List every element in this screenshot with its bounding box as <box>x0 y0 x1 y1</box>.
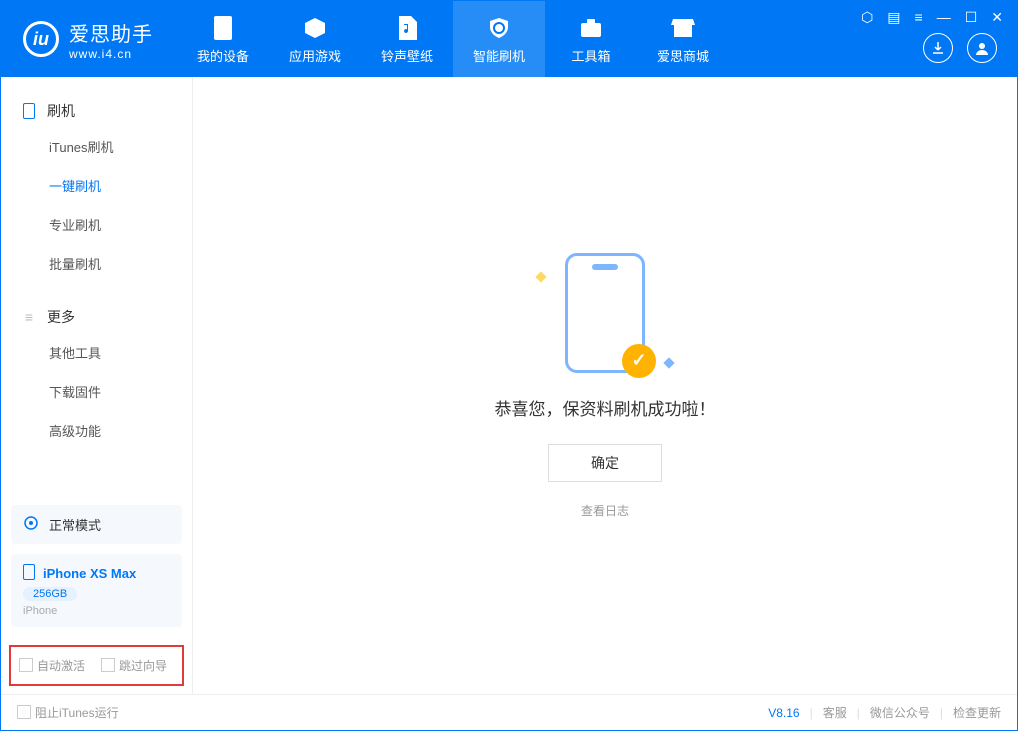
sidebar-item-pro-flash[interactable]: 专业刷机 <box>1 205 192 244</box>
checkbox-label: 自动激活 <box>37 659 85 673</box>
skip-guide-checkbox[interactable]: 跳过向导 <box>101 657 167 674</box>
block-itunes-checkbox[interactable]: 阻止iTunes运行 <box>17 704 119 721</box>
toolbox-icon <box>577 14 605 42</box>
auto-activate-checkbox[interactable]: 自动激活 <box>19 657 85 674</box>
sidebar-title-label: 更多 <box>47 307 75 327</box>
storage-badge: 256GB <box>23 587 77 601</box>
user-button[interactable] <box>967 33 997 63</box>
app-name: 爱思助手 <box>69 18 153 47</box>
nav-label: 应用游戏 <box>289 46 341 65</box>
sidebar: 刷机 iTunes刷机 一键刷机 专业刷机 批量刷机 ≡ 更多 其他工具 下载固… <box>1 77 193 694</box>
download-button[interactable] <box>923 33 953 63</box>
footer-link-support[interactable]: 客服 <box>823 704 847 721</box>
highlight-options: 自动激活 跳过向导 <box>9 645 184 686</box>
header-right-buttons <box>923 33 997 63</box>
sidebar-title-flash: 刷机 <box>1 95 192 127</box>
view-log-link[interactable]: 查看日志 <box>581 502 629 519</box>
nav-toolbox[interactable]: 工具箱 <box>545 1 637 77</box>
device-name: iPhone XS Max <box>43 566 136 581</box>
ok-button[interactable]: 确定 <box>548 444 662 482</box>
app-window: iu 爱思助手 www.i4.cn 我的设备 应用游戏 铃声壁纸 智能刷机 <box>0 0 1018 731</box>
shop-icon <box>669 14 697 42</box>
footer-link-update[interactable]: 检查更新 <box>953 704 1001 721</box>
mode-label: 正常模式 <box>49 515 101 534</box>
sidebar-group-flash: 刷机 iTunes刷机 一键刷机 专业刷机 批量刷机 <box>1 77 192 283</box>
success-illustration: ✓ <box>565 253 645 395</box>
mode-icon <box>23 515 39 534</box>
footer-link-wechat[interactable]: 微信公众号 <box>870 704 930 721</box>
sidebar-title-more: ≡ 更多 <box>1 301 192 333</box>
main-content: ✓ 恭喜您，保资料刷机成功啦！ 确定 查看日志 <box>193 77 1017 694</box>
sidebar-item-other-tools[interactable]: 其他工具 <box>1 333 192 372</box>
shirt-icon[interactable]: ⬡ <box>861 9 873 26</box>
nav-label: 智能刷机 <box>473 46 525 65</box>
checkbox-icon <box>17 705 31 719</box>
nav-label: 工具箱 <box>571 46 610 65</box>
music-file-icon <box>393 14 421 42</box>
close-icon[interactable]: ✕ <box>991 9 1003 26</box>
nav-my-device[interactable]: 我的设备 <box>177 1 269 77</box>
device-icon <box>23 564 35 583</box>
menu-icon[interactable]: ≡ <box>915 9 923 26</box>
device-type: iPhone <box>23 605 170 617</box>
sidebar-title-label: 刷机 <box>47 101 75 121</box>
nav-label: 铃声壁纸 <box>381 46 433 65</box>
minimize-icon[interactable]: — <box>937 9 951 26</box>
maximize-icon[interactable]: ☐ <box>965 9 978 26</box>
nav-label: 爱思商城 <box>657 46 709 65</box>
list-icon: ≡ <box>21 309 37 325</box>
sparkle-icon <box>663 357 674 368</box>
sidebar-item-advanced[interactable]: 高级功能 <box>1 411 192 450</box>
cube-icon <box>301 14 329 42</box>
checkbox-label: 跳过向导 <box>119 659 167 673</box>
nav-apps-games[interactable]: 应用游戏 <box>269 1 361 77</box>
app-url: www.i4.cn <box>69 47 153 61</box>
body: 刷机 iTunes刷机 一键刷机 专业刷机 批量刷机 ≡ 更多 其他工具 下载固… <box>1 77 1017 694</box>
footer-right: V8.16 | 客服 | 微信公众号 | 检查更新 <box>768 704 1001 721</box>
footer: 阻止iTunes运行 V8.16 | 客服 | 微信公众号 | 检查更新 <box>1 694 1017 730</box>
nav-label: 我的设备 <box>197 46 249 65</box>
phone-icon <box>21 103 37 119</box>
sparkle-icon <box>535 271 546 282</box>
list-icon[interactable]: ▤ <box>887 9 900 26</box>
nav-store[interactable]: 爱思商城 <box>637 1 729 77</box>
window-controls: ⬡ ▤ ≡ — ☐ ✕ <box>861 9 1003 26</box>
device-icon <box>209 14 237 42</box>
sidebar-item-itunes-flash[interactable]: iTunes刷机 <box>1 127 192 166</box>
mode-card[interactable]: 正常模式 <box>11 505 182 544</box>
phone-illustration-icon: ✓ <box>565 253 645 373</box>
refresh-shield-icon <box>485 14 513 42</box>
sidebar-device-area: 正常模式 iPhone XS Max 256GB iPhone <box>1 505 192 637</box>
titlebar: iu 爱思助手 www.i4.cn 我的设备 应用游戏 铃声壁纸 智能刷机 <box>1 1 1017 77</box>
logo-icon: iu <box>23 21 59 57</box>
nav-ringtones[interactable]: 铃声壁纸 <box>361 1 453 77</box>
checkbox-label: 阻止iTunes运行 <box>35 706 119 720</box>
logo: iu 爱思助手 www.i4.cn <box>1 18 153 61</box>
sidebar-group-more: ≡ 更多 其他工具 下载固件 高级功能 <box>1 283 192 450</box>
version-label: V8.16 <box>768 706 799 720</box>
sidebar-item-oneclick-flash[interactable]: 一键刷机 <box>1 166 192 205</box>
check-circle-icon: ✓ <box>622 344 656 378</box>
checkbox-icon <box>19 658 33 672</box>
sidebar-item-batch-flash[interactable]: 批量刷机 <box>1 244 192 283</box>
checkbox-icon <box>101 658 115 672</box>
device-card[interactable]: iPhone XS Max 256GB iPhone <box>11 554 182 627</box>
top-nav: 我的设备 应用游戏 铃声壁纸 智能刷机 工具箱 爱思商城 <box>177 1 729 77</box>
nav-smart-flash[interactable]: 智能刷机 <box>453 1 545 77</box>
sidebar-item-download-firmware[interactable]: 下载固件 <box>1 372 192 411</box>
success-message: 恭喜您，保资料刷机成功啦！ <box>495 395 716 420</box>
